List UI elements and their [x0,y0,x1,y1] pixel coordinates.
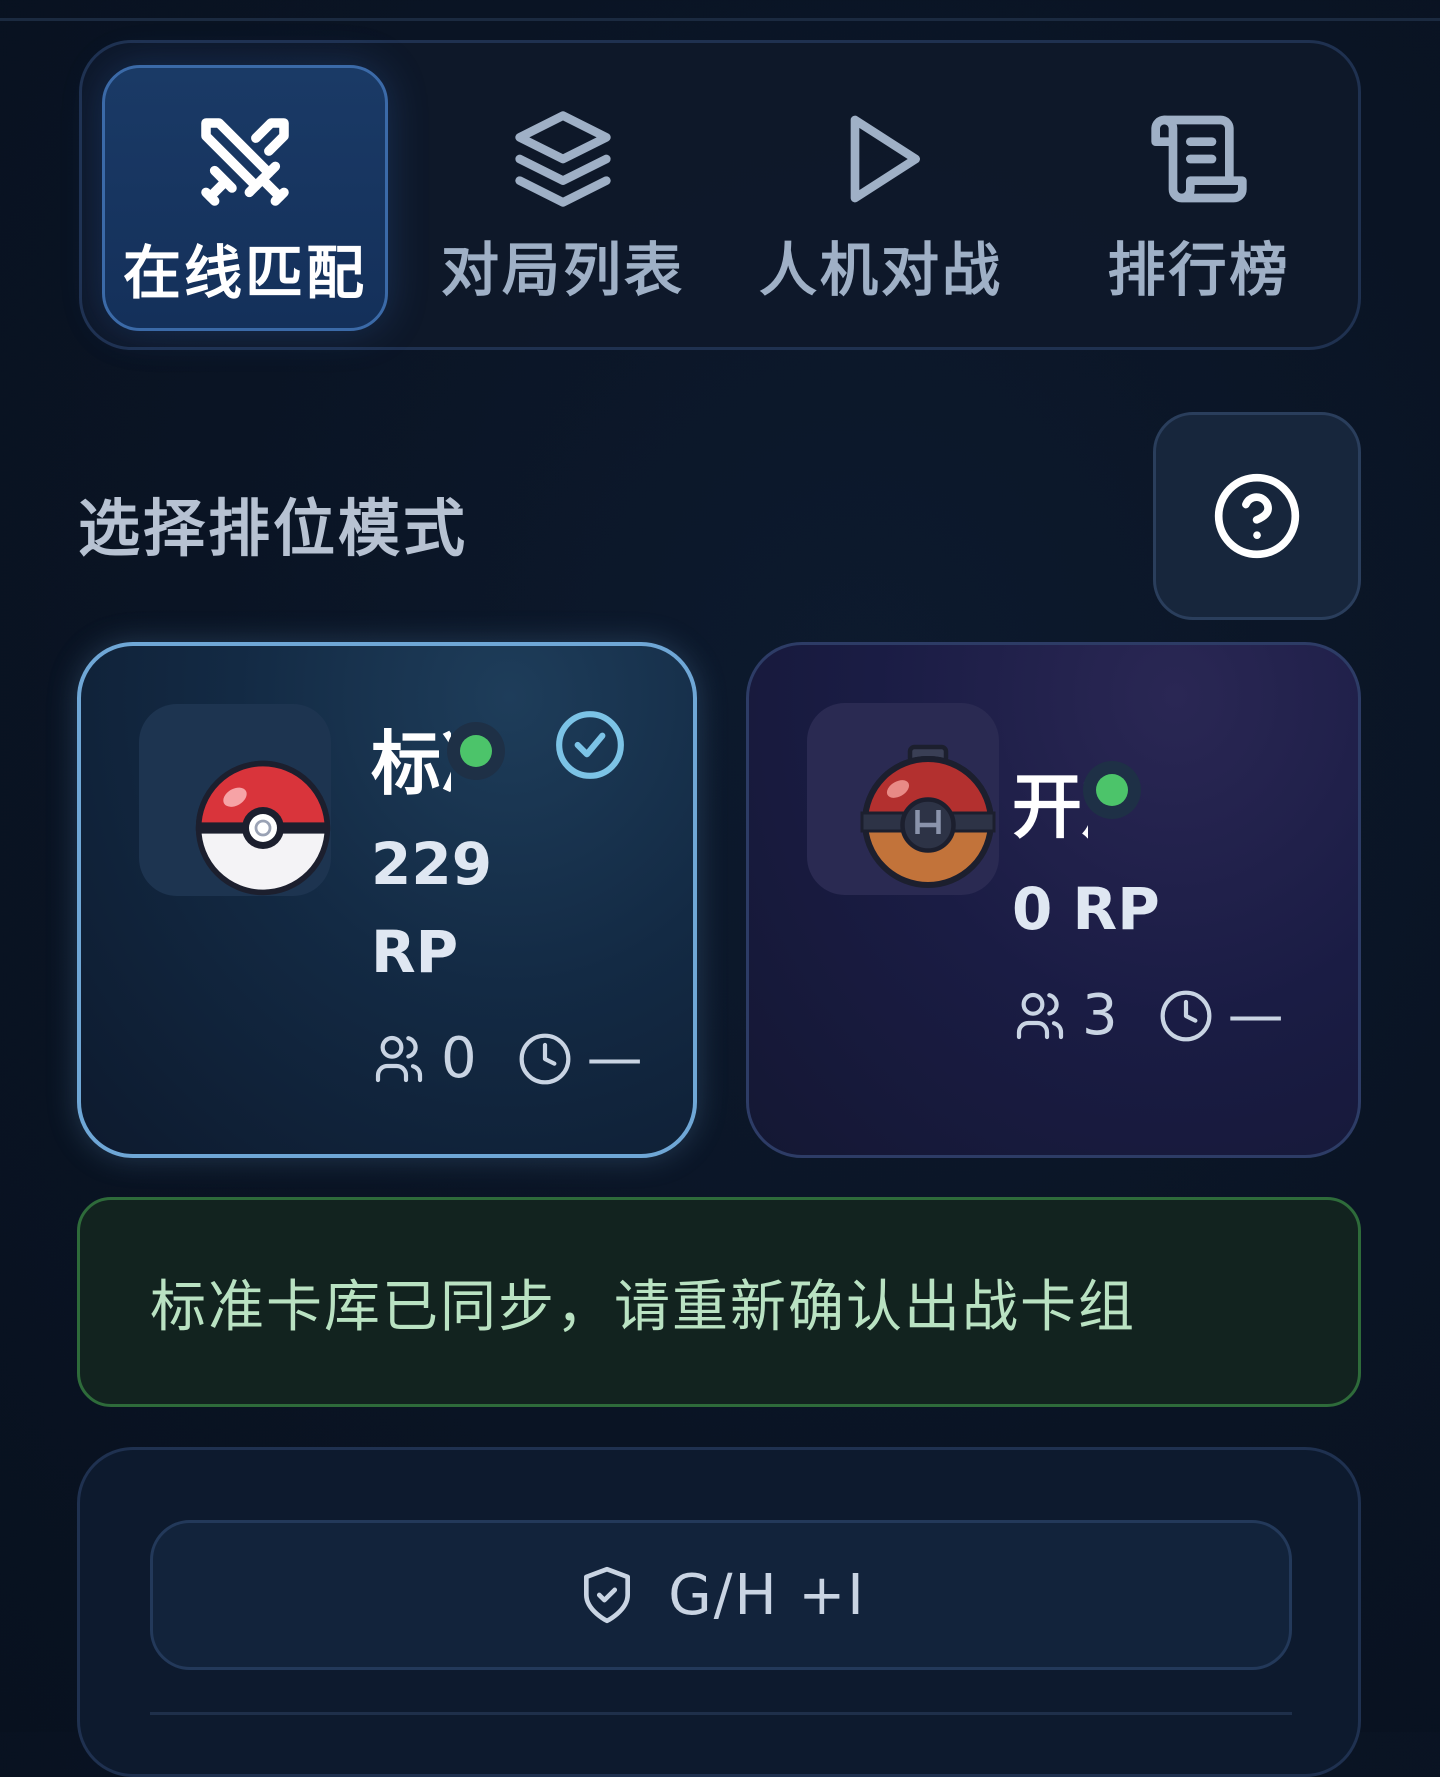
rp-value: 229 [371,830,493,898]
tab-match-list[interactable]: 对局列表 [420,65,706,331]
deck-confirm-button[interactable]: G/H +I [150,1520,1292,1670]
player-count: 3 [1082,983,1118,1048]
section-title: 选择排位模式 [78,492,469,565]
tab-label: 对局列表 [440,236,685,304]
tab-online-match[interactable]: 在线匹配 [102,65,388,331]
crossed-swords-icon [201,118,289,206]
sync-notice: 标准卡库已同步，请重新确认出战卡组 [77,1197,1361,1407]
check-circle-icon [556,711,624,779]
online-status-dot [1083,761,1141,819]
mode-card-standard[interactable]: 标准 229 RP 0 — [77,642,697,1158]
rp-unit: RP [371,918,459,986]
tab-label: 排行榜 [1107,236,1291,304]
users-icon [1016,992,1064,1039]
pokeball-icon [195,760,331,896]
button-label: G/H +I [668,1562,866,1628]
scroll-icon [1151,115,1247,203]
tab-label: 在线匹配 [122,239,367,307]
tab-vs-ai[interactable]: 人机对战 [738,65,1024,331]
question-circle-icon [1214,473,1300,559]
layers-icon [515,111,611,207]
users-icon [375,1035,423,1082]
player-count: 0 [441,1026,477,1091]
top-divider [0,18,1440,21]
mode-name: 标准 [371,723,451,805]
mode-meta: 0 — [371,1026,643,1091]
notice-text: 标准卡库已同步，请重新确认出战卡组 [150,1274,1136,1340]
clock-icon [519,1033,571,1084]
tab-leaderboard[interactable]: 排行榜 [1056,65,1342,331]
rp-value: 0 RP [1012,875,1160,943]
online-status-dot [447,722,505,780]
mode-name: 开放 [1012,766,1088,848]
wait-time: — [586,1026,643,1091]
panel-divider [150,1712,1292,1715]
mode-meta: 3 — [1012,983,1284,1048]
clock-icon [1160,990,1212,1041]
tab-label: 人机对战 [758,236,1003,304]
wait-time: — [1227,983,1284,1048]
play-icon [850,115,920,203]
heavy-ball-icon [860,744,996,888]
shield-check-icon [584,1566,631,1624]
mode-nav: 在线匹配 对局列表 人机对战 排行榜 [79,40,1361,350]
mode-card-open[interactable]: 开放 0 RP 3 — [746,642,1361,1158]
help-button[interactable] [1153,412,1361,620]
action-panel: G/H +I [77,1447,1361,1777]
